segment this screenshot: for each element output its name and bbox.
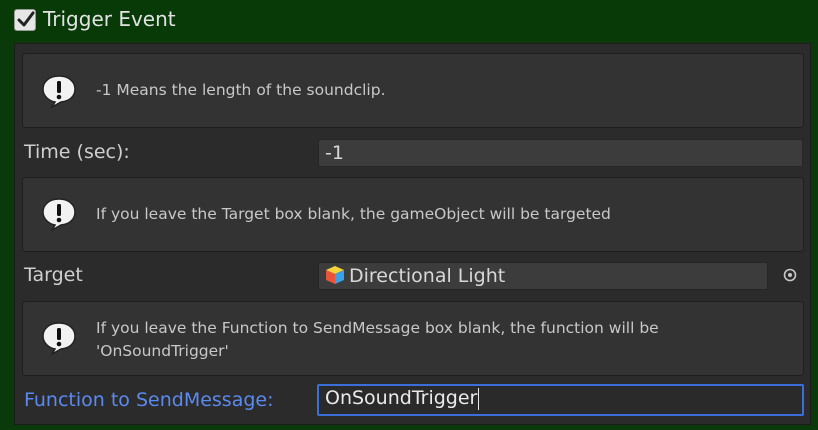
help-box-time: -1 Means the length of the soundclip. [22,53,804,128]
help-box-target: If you leave the Target box blank, the g… [22,177,804,252]
info-icon [42,198,76,231]
help-box-function: If you leave the Function to SendMessage… [22,301,804,376]
gameobject-cube-icon [326,266,344,284]
text-caret [478,387,480,410]
target-object-field[interactable]: Directional Light [318,262,768,290]
target-value: Directional Light [349,265,506,287]
function-label: Function to SendMessage: [24,389,274,411]
help-text: If you leave the Function to SendMessage… [96,319,659,360]
help-text: If you leave the Target box blank, the g… [96,205,611,223]
time-input[interactable]: -1 [318,139,803,167]
time-label: Time (sec): [24,141,130,163]
checkmark-icon [17,11,35,27]
help-text: -1 Means the length of the soundclip. [96,81,386,99]
function-value: OnSoundTrigger [325,387,478,409]
info-icon [42,322,76,355]
function-input[interactable]: OnSoundTrigger [317,384,804,416]
object-picker-icon[interactable] [782,267,798,283]
component-header: Trigger Event [0,0,818,40]
target-label: Target [24,264,83,286]
component-title: Trigger Event [43,7,176,31]
info-icon [42,75,76,108]
enable-checkbox[interactable] [14,9,36,31]
